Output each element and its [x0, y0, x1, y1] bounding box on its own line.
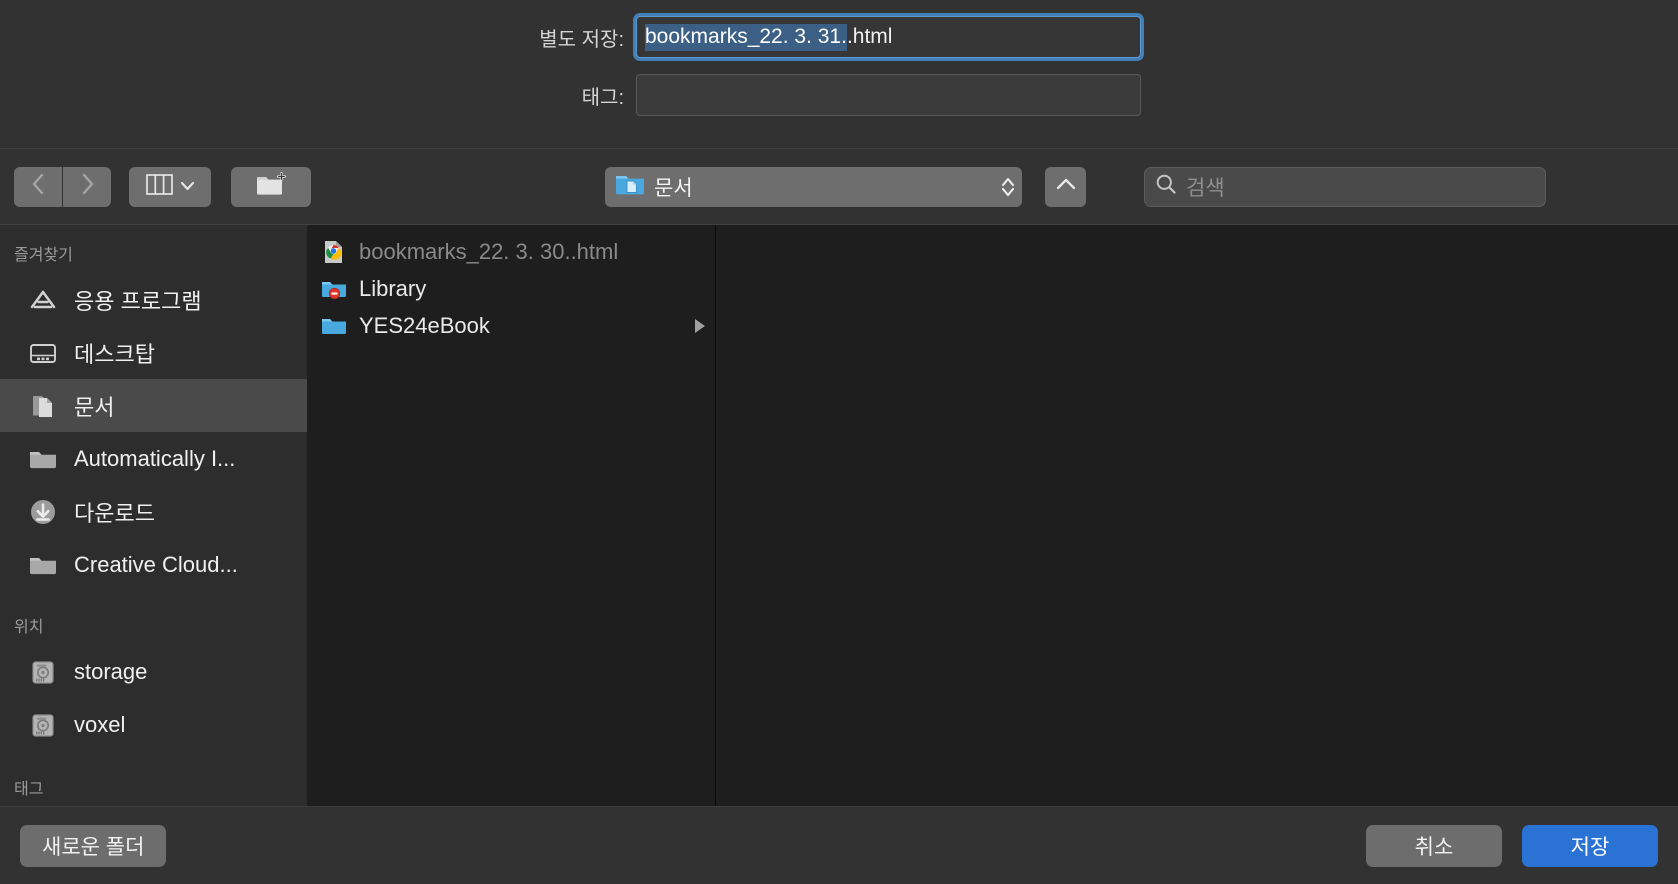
- dialog-footer: 새로운 폴더 취소 저장: [0, 806, 1678, 884]
- save-as-row: 별도 저장: bookmarks_22. 3. 31. .html: [0, 16, 1678, 58]
- sidebar-item-automatically-imported[interactable]: Automatically I...: [0, 432, 307, 485]
- file-row-yes24ebook[interactable]: YES24eBook: [307, 307, 715, 344]
- file-browser: bookmarks_22. 3. 30..html Library YES24e…: [307, 225, 1678, 806]
- sidebar-item-label: 응용 프로그램: [74, 288, 202, 314]
- view-mode-button[interactable]: [129, 166, 211, 207]
- downloads-icon: [28, 497, 58, 527]
- sidebar-item-label: 문서: [74, 394, 115, 420]
- hard-drive-icon: [28, 657, 58, 687]
- sidebar-item-desktop[interactable]: 데스크탑: [0, 326, 307, 379]
- sidebar-item-storage[interactable]: storage: [0, 645, 307, 698]
- filename-input[interactable]: bookmarks_22. 3. 31. .html: [636, 16, 1141, 58]
- file-row-library[interactable]: Library: [307, 270, 715, 307]
- file-row-bookmarks-html[interactable]: bookmarks_22. 3. 30..html: [307, 233, 715, 270]
- toolbar: 문서 검색: [0, 148, 1678, 224]
- file-row-name: YES24eBook: [359, 312, 490, 338]
- save-dialog: 별도 저장: bookmarks_22. 3. 31. .html 태그: 문서…: [0, 0, 1678, 884]
- sidebar-item-downloads[interactable]: 다운로드: [0, 485, 307, 538]
- folder-icon: [28, 444, 58, 474]
- file-column-documents: bookmarks_22. 3. 30..html Library YES24e…: [307, 225, 716, 806]
- sidebar-item-label: 데스크탑: [74, 341, 155, 367]
- up-down-stepper-icon: [1000, 175, 1016, 199]
- folder-icon: [28, 550, 58, 580]
- folder-icon: [321, 313, 347, 339]
- search-input[interactable]: 검색: [1144, 166, 1546, 207]
- new-folder-button[interactable]: 새로운 폴더: [20, 824, 167, 867]
- desktop-icon: [28, 338, 58, 368]
- search-icon: [1155, 173, 1177, 200]
- chevron-down-icon: [180, 178, 195, 196]
- column-view-icon: [145, 173, 173, 200]
- forward-button[interactable]: [63, 166, 111, 207]
- sidebar-item-label: Automatically I...: [74, 445, 236, 471]
- disclosure-arrow-icon[interactable]: [695, 318, 705, 333]
- tags-label: 태그:: [581, 86, 624, 109]
- sidebar-section-favorites-title: 즐겨찾기: [14, 247, 73, 264]
- filename-extension-text: .html: [846, 25, 893, 48]
- location-popup-label: 문서: [654, 176, 693, 200]
- sidebar-item-voxel[interactable]: voxel: [0, 698, 307, 751]
- chevron-left-icon: [31, 172, 46, 201]
- documents-icon: [28, 391, 58, 421]
- back-button[interactable]: [14, 166, 62, 207]
- new-folder-icon: [255, 171, 287, 202]
- documents-folder-icon: [615, 172, 645, 201]
- cancel-button[interactable]: 취소: [1366, 824, 1502, 867]
- sidebar-item-label: Creative Cloud...: [74, 551, 238, 577]
- file-row-name: bookmarks_22. 3. 30..html: [359, 238, 619, 264]
- hard-drive-icon: [28, 710, 58, 740]
- tags-row: 태그:: [0, 74, 1678, 116]
- sidebar-item-label: voxel: [74, 711, 126, 737]
- search-placeholder: 검색: [1186, 176, 1225, 200]
- dialog-body: 즐겨찾기 응용 프로그램 데스크탑 문서 Automatically I... …: [0, 224, 1678, 806]
- save-button[interactable]: 저장: [1522, 824, 1658, 867]
- sidebar-item-creative-cloud[interactable]: Creative Cloud...: [0, 538, 307, 591]
- file-column-preview: [716, 225, 1678, 806]
- sidebar: 즐겨찾기 응용 프로그램 데스크탑 문서 Automatically I... …: [0, 225, 307, 806]
- location-popup-button[interactable]: 문서: [605, 166, 1022, 207]
- sidebar-section-locations-title: 위치: [14, 619, 44, 636]
- dialog-header: 별도 저장: bookmarks_22. 3. 31. .html 태그:: [0, 0, 1678, 148]
- sidebar-item-applications[interactable]: 응용 프로그램: [0, 273, 307, 326]
- applications-icon: [28, 285, 58, 315]
- sidebar-section-tags-title: 태그: [14, 781, 44, 798]
- tags-input[interactable]: [636, 74, 1141, 116]
- new-folder-toolbar-button[interactable]: [231, 166, 311, 207]
- save-as-label: 별도 저장:: [539, 28, 624, 51]
- filename-selected-text: bookmarks_22. 3. 31.: [645, 23, 847, 51]
- go-up-button[interactable]: [1045, 166, 1086, 207]
- chevron-right-icon: [80, 172, 95, 201]
- sidebar-item-documents[interactable]: 문서: [0, 379, 307, 432]
- file-row-name: Library: [359, 275, 427, 301]
- nav-button-group: [14, 166, 111, 207]
- sidebar-item-label: 다운로드: [74, 500, 155, 526]
- chrome-html-document-icon: [321, 239, 347, 265]
- chevron-up-icon: [1055, 177, 1077, 197]
- sidebar-item-label: storage: [74, 658, 148, 684]
- folder-restricted-icon: [321, 276, 347, 302]
